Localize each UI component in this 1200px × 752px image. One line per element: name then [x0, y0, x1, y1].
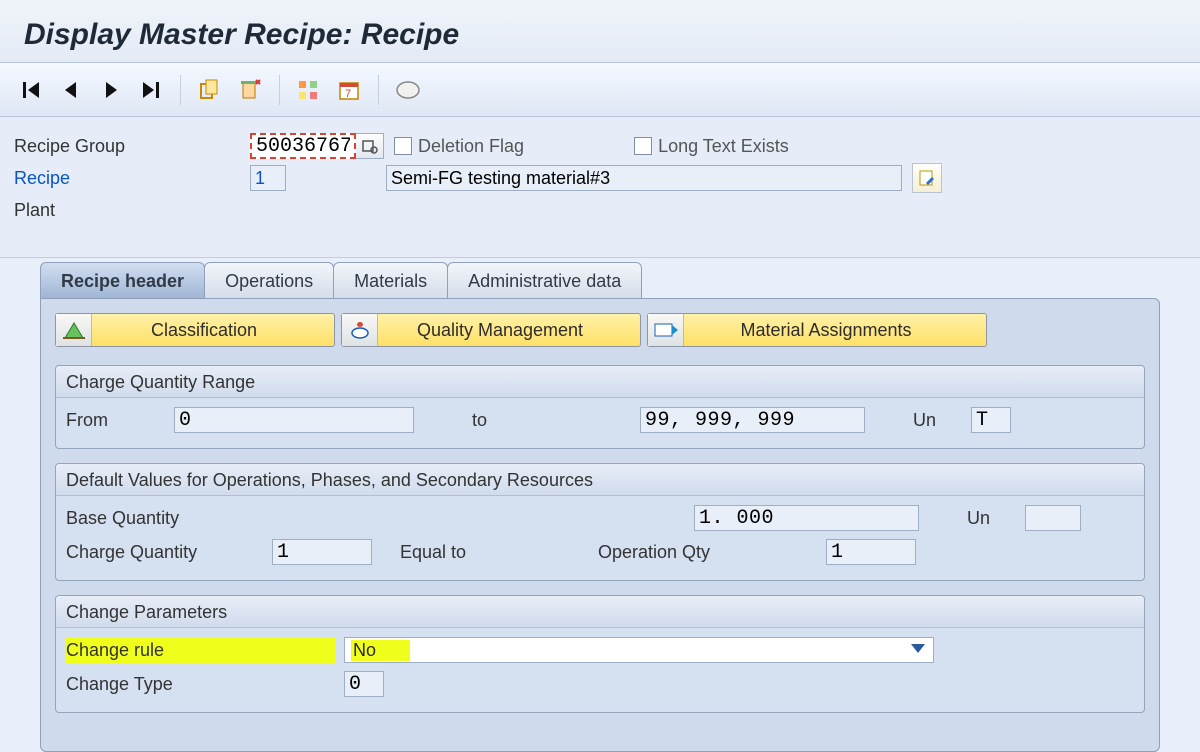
- nav-prev-button[interactable]: [56, 75, 86, 105]
- operation-qty-input: [826, 539, 916, 565]
- dropdown-arrow-icon: [911, 644, 925, 653]
- structure-button[interactable]: [294, 75, 324, 105]
- deletion-flag-checkbox[interactable]: [394, 137, 412, 155]
- recipe-header-fields: Recipe Group Deletion Flag Long Text Exi…: [0, 117, 1200, 258]
- recipe-group-input[interactable]: [250, 133, 356, 159]
- from-input: [174, 407, 414, 433]
- material-assignments-label: Material Assignments: [720, 320, 972, 341]
- tab-content: Classification Quality Management Materi…: [40, 298, 1160, 752]
- nav-first-button[interactable]: [16, 75, 46, 105]
- page-title: Display Master Recipe: Recipe: [0, 0, 1200, 63]
- material-assignments-button[interactable]: Material Assignments: [647, 313, 987, 347]
- delete-button[interactable]: [235, 75, 265, 105]
- nav-next-button[interactable]: [96, 75, 126, 105]
- quality-management-label: Quality Management: [414, 320, 626, 341]
- main-toolbar: 7: [0, 63, 1200, 117]
- recipe-group-f4-button[interactable]: [356, 133, 384, 159]
- ellipsoid-button[interactable]: [393, 75, 423, 105]
- from-label: From: [66, 410, 166, 431]
- change-type-label: Change Type: [66, 674, 336, 695]
- tab-strip: Recipe header Operations Materials Admin…: [40, 258, 1160, 298]
- tab-operations[interactable]: Operations: [204, 262, 334, 298]
- recipe-description-input: [386, 165, 902, 191]
- plant-label: Plant: [14, 200, 250, 221]
- change-params-group: Change Parameters Change rule No Change …: [55, 595, 1145, 713]
- change-params-title: Change Parameters: [56, 596, 1144, 628]
- classification-label: Classification: [128, 320, 320, 341]
- equal-to-label: Equal to: [380, 542, 590, 563]
- tab-materials[interactable]: Materials: [333, 262, 448, 298]
- toolbar-separator: [378, 75, 379, 105]
- quality-management-button[interactable]: Quality Management: [341, 313, 641, 347]
- to-input: [640, 407, 865, 433]
- recipe-group-label: Recipe Group: [14, 136, 250, 157]
- base-qty-unit-label: Un: [967, 508, 1017, 529]
- tab-recipe-header[interactable]: Recipe header: [40, 262, 205, 298]
- base-qty-input: [694, 505, 919, 531]
- charge-qty-range-title: Charge Quantity Range: [56, 366, 1144, 398]
- operation-qty-label: Operation Qty: [598, 542, 818, 563]
- charge-qty-range-group: Charge Quantity Range From to Un: [55, 365, 1145, 449]
- deletion-flag-label: Deletion Flag: [418, 136, 524, 157]
- defaults-group: Default Values for Operations, Phases, a…: [55, 463, 1145, 581]
- long-text-exists-label: Long Text Exists: [658, 136, 789, 157]
- recipe-input: [250, 165, 286, 191]
- edit-long-text-button[interactable]: [912, 163, 942, 193]
- nav-last-button[interactable]: [136, 75, 166, 105]
- copy-from-button[interactable]: [195, 75, 225, 105]
- base-qty-label: Base Quantity: [66, 508, 686, 529]
- toolbar-separator: [180, 75, 181, 105]
- schedule-button[interactable]: 7: [334, 75, 364, 105]
- defaults-title: Default Values for Operations, Phases, a…: [56, 464, 1144, 496]
- change-rule-dropdown[interactable]: No: [344, 637, 934, 663]
- material-assignments-icon: [648, 314, 684, 346]
- to-label: to: [422, 410, 632, 431]
- change-type-input: [344, 671, 384, 697]
- classification-icon: [56, 314, 92, 346]
- change-rule-label: Change rule: [66, 638, 336, 663]
- base-qty-unit-input: [1025, 505, 1081, 531]
- classification-button[interactable]: Classification: [55, 313, 335, 347]
- long-text-exists-checkbox[interactable]: [634, 137, 652, 155]
- charge-qty-input: [272, 539, 372, 565]
- charge-qty-label: Charge Quantity: [66, 542, 264, 563]
- quality-management-icon: [342, 314, 378, 346]
- unit-label: Un: [913, 410, 963, 431]
- unit-input: [971, 407, 1011, 433]
- tab-administrative-data[interactable]: Administrative data: [447, 262, 642, 298]
- toolbar-separator: [279, 75, 280, 105]
- svg-text:7: 7: [345, 88, 351, 100]
- recipe-label-link[interactable]: Recipe: [14, 168, 250, 189]
- change-rule-value: No: [351, 640, 410, 661]
